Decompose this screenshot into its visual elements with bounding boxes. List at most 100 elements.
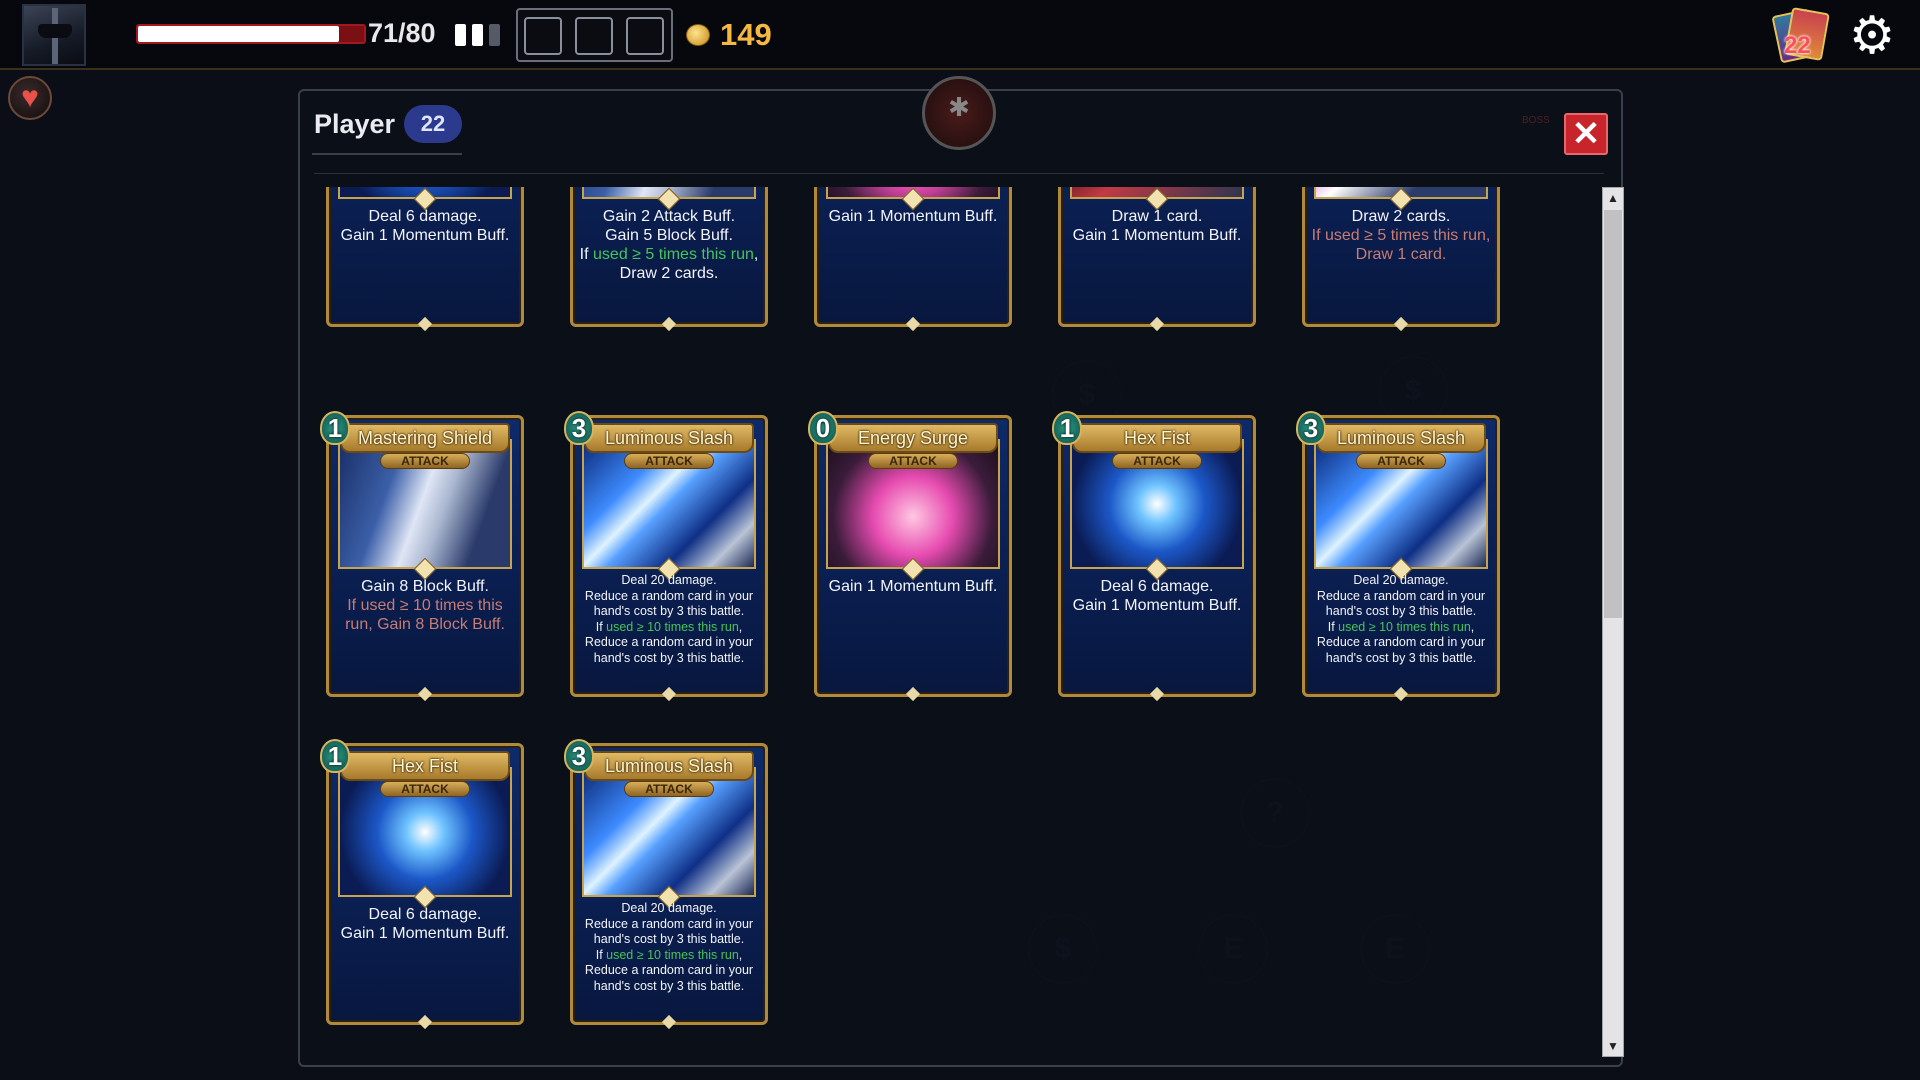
card-cost: 3: [564, 739, 594, 773]
card-name: Hex Fist: [1072, 423, 1242, 453]
scroll-down-arrow[interactable]: ▼: [1603, 1036, 1623, 1056]
card-highlight-text: used ≥ 5 times this run: [593, 246, 754, 263]
panel-divider: [314, 173, 1604, 174]
card-description-text: Gain 8 Block Buff.: [361, 578, 489, 595]
potion-slot[interactable]: [626, 17, 664, 55]
deck-card[interactable]: Gain 1 Momentum Buff.: [808, 187, 1018, 332]
heart-relic-icon[interactable]: ♥: [8, 76, 52, 120]
card-highlight-text: used ≥ 10 times this run: [1338, 619, 1471, 634]
card-description-text: Deal 6 damage.: [1100, 578, 1214, 595]
card-description-text: Gain 1 Momentum Buff.: [1072, 597, 1242, 614]
card-description-text: Gain 1 Momentum Buff.: [1072, 227, 1242, 244]
card-description: Deal 6 damage. Gain 1 Momentum Buff.: [334, 905, 516, 943]
energy-pip: [455, 24, 466, 46]
card-description-text: Deal 20 damage.: [621, 573, 717, 587]
card-condition-text: If used ≥ 5 times this run, Draw 1 card.: [1311, 227, 1491, 263]
card-description-text: Gain 2 Attack Buff.: [602, 208, 736, 225]
card-cost: 1: [1052, 411, 1082, 445]
card-type: ATTACK: [380, 781, 470, 797]
card-description-text: If: [579, 246, 594, 263]
deck-button[interactable]: 22: [1771, 7, 1832, 64]
card-description: Gain 1 Momentum Buff.: [822, 577, 1004, 596]
card-description-text: Gain 5 Block Buff.: [605, 227, 733, 244]
card-name: Mastering Shield: [340, 423, 510, 453]
top-hud: 71/80 149 22 ⚙: [0, 0, 1920, 70]
card-type: ATTACK: [1356, 453, 1446, 469]
deck-card[interactable]: Draw 2 cards. If used ≥ 5 times this run,…: [1296, 187, 1506, 332]
deck-card[interactable]: Luminous Slash ATTACK 3 Deal 20 damage. Redu…: [1296, 409, 1506, 702]
card-description-text: Gain 1 Momentum Buff.: [828, 208, 998, 225]
deck-count: 22: [1784, 32, 1811, 59]
potion-slots: [516, 8, 673, 62]
scrollbar-thumb[interactable]: [1604, 210, 1622, 618]
card-description-text: If: [595, 947, 607, 962]
title-underline: [312, 153, 462, 155]
card-description-text: Deal 6 damage.: [368, 208, 482, 225]
card-cost: 1: [320, 411, 350, 445]
card-description: Draw 1 card. Gain 1 Momentum Buff.: [1066, 207, 1248, 245]
card-cost: 3: [1296, 411, 1326, 445]
card-description: Deal 6 damage. Gain 1 Momentum Buff.: [334, 207, 516, 245]
deck-card[interactable]: Hex Fist ATTACK 1 Deal 6 damage. Gain 1 Mome…: [1052, 409, 1262, 702]
scroll-up-arrow[interactable]: ▲: [1603, 188, 1623, 208]
card-cost: 0: [808, 411, 838, 445]
deck-card[interactable]: Luminous Slash ATTACK 3 Deal 20 damage. Redu…: [564, 409, 774, 702]
card-description-text: If: [1327, 619, 1339, 634]
card-type: ATTACK: [624, 453, 714, 469]
scrollbar[interactable]: ▲ ▼: [1602, 187, 1624, 1057]
health-bar: [136, 24, 366, 44]
deck-card[interactable]: Draw 1 card. Gain 1 Momentum Buff.: [1052, 187, 1262, 332]
card-description: Gain 8 Block Buff. If used ≥ 10 times thi…: [334, 577, 516, 634]
gold-count: 149: [720, 17, 772, 52]
health-text: 71/80: [368, 18, 436, 48]
card-description: Gain 2 Attack Buff. Gain 5 Block Buff. If …: [578, 207, 760, 283]
card-description: Draw 2 cards. If used ≥ 5 times this run,…: [1310, 207, 1492, 264]
card-count-badge: 22: [404, 105, 462, 143]
deck-view-panel: Player 22 BOSS ✕ Deal 6 damage. Gain 1 Mo…: [298, 89, 1624, 1067]
card-name: Luminous Slash: [584, 751, 754, 781]
card-highlight-text: used ≥ 10 times this run: [606, 947, 739, 962]
panel-title: Player: [314, 109, 396, 139]
deck-card[interactable]: Hex Fist ATTACK 1 Deal 6 damage. Gain 1 Mome…: [320, 737, 530, 1030]
card-description-text: Deal 6 damage.: [368, 906, 482, 923]
health-bar-fill: [138, 26, 339, 42]
close-button[interactable]: ✕: [1564, 113, 1608, 155]
card-name: Energy Surge: [828, 423, 998, 453]
potion-slot[interactable]: [575, 17, 613, 55]
card-name: Luminous Slash: [1316, 423, 1486, 453]
card-description-text: Reduce a random card in your hand's cost…: [584, 916, 754, 947]
gear-icon[interactable]: ⚙: [1846, 10, 1898, 62]
card-type: ATTACK: [868, 453, 958, 469]
card-description: Gain 1 Momentum Buff.: [822, 207, 1004, 226]
card-description: Deal 20 damage. Reduce a random card in y…: [578, 901, 760, 994]
card-description-text: Gain 1 Momentum Buff.: [828, 578, 998, 595]
energy-pip: [472, 24, 483, 46]
card-type: ATTACK: [1112, 453, 1202, 469]
card-highlight-text: used ≥ 10 times this run: [606, 619, 739, 634]
card-description: Deal 6 damage. Gain 1 Momentum Buff.: [1066, 577, 1248, 615]
card-cost: 1: [320, 739, 350, 773]
card-name: Luminous Slash: [584, 423, 754, 453]
card-description-text: Draw 2 cards.: [1351, 208, 1451, 225]
player-portrait[interactable]: [22, 4, 86, 66]
deck-card[interactable]: Mastering Shield ATTACK 1 Gain 8 Block Buff…: [320, 409, 530, 702]
card-grid[interactable]: Deal 6 damage. Gain 1 Momentum Buff. Gain …: [314, 187, 1600, 1057]
card-condition-text: If used ≥ 10 times this run, Gain 8 Bloc…: [345, 597, 505, 633]
coin-icon: [686, 24, 710, 46]
card-description-text: Gain 1 Momentum Buff.: [340, 925, 510, 942]
potion-slot[interactable]: [524, 17, 562, 55]
card-cost: 3: [564, 411, 594, 445]
card-type: ATTACK: [624, 781, 714, 797]
card-name: Hex Fist: [340, 751, 510, 781]
deck-card[interactable]: Deal 6 damage. Gain 1 Momentum Buff.: [320, 187, 530, 332]
card-description: Deal 20 damage. Reduce a random card in y…: [578, 573, 760, 666]
deck-card[interactable]: Gain 2 Attack Buff. Gain 5 Block Buff. If …: [564, 187, 774, 332]
deck-card[interactable]: Energy Surge ATTACK 0 Gain 1 Momentum Buff.: [808, 409, 1018, 702]
boss-label: BOSS: [1522, 115, 1550, 126]
card-description-text: Deal 20 damage.: [621, 901, 717, 915]
deck-card[interactable]: Luminous Slash ATTACK 3 Deal 20 damage. Redu…: [564, 737, 774, 1030]
boss-node: ✱: [922, 76, 996, 150]
card-description: Deal 20 damage. Reduce a random card in y…: [1310, 573, 1492, 666]
energy-pip: [489, 24, 500, 46]
card-description-text: Reduce a random card in your hand's cost…: [1316, 588, 1486, 619]
